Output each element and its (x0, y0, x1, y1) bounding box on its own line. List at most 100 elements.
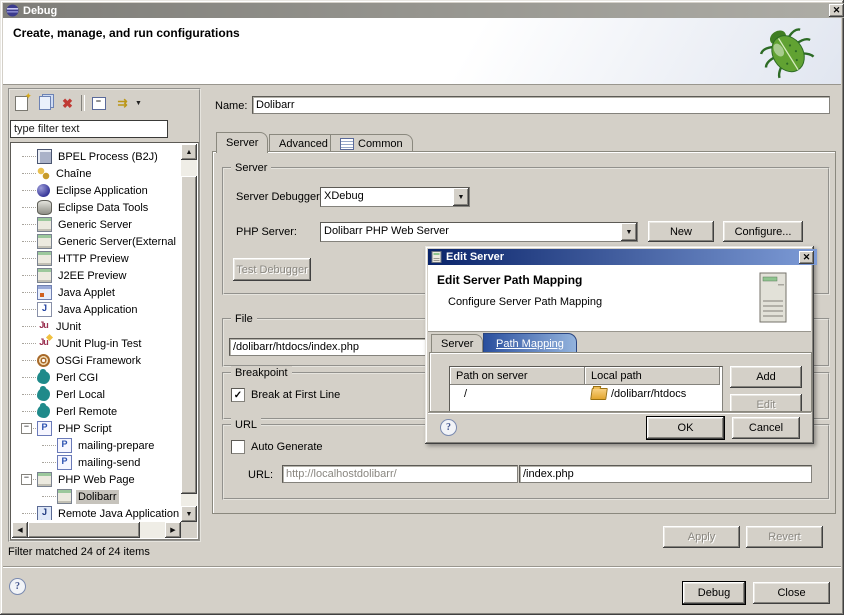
tree-item-label: Remote Java Application (56, 507, 179, 521)
tree-item-bpel-process-b2j[interactable]: BPEL Process (B2J) (12, 148, 179, 165)
tree-item-label: JUnit (54, 320, 83, 334)
server-debugger-label: Server Debugger: (236, 191, 323, 203)
tree-connector (21, 301, 37, 318)
dialog-button-separator (428, 412, 811, 414)
tree-connector (21, 267, 37, 284)
column-header-local-path[interactable]: Local path (585, 367, 720, 385)
help-icon[interactable]: ? (9, 578, 26, 595)
column-header-path-on-server[interactable]: Path on server (450, 367, 585, 385)
dialog-close-icon[interactable]: ✕ (799, 251, 814, 264)
tree-item-junit[interactable]: JUnit (12, 318, 179, 335)
vertical-scroll-thumb[interactable] (181, 176, 197, 494)
scroll-right-icon[interactable]: ▶ (165, 522, 181, 538)
tree-item-label: Generic Server (56, 218, 134, 232)
window-titlebar: Debug ✕ (3, 3, 844, 18)
edit-mapping-button[interactable]: Edit (730, 394, 802, 412)
debug-button[interactable]: Debug (683, 582, 745, 604)
scroll-left-icon[interactable]: ◀ (12, 522, 28, 538)
delete-configuration-icon[interactable]: ✖ (58, 94, 77, 112)
dialog-tab-path-mapping[interactable]: Path Mapping (483, 333, 577, 353)
chevron-down-icon[interactable]: ▼ (621, 223, 637, 241)
name-input[interactable] (252, 96, 830, 114)
test-debugger-button[interactable]: Test Debugger (233, 258, 311, 281)
php-server-combo[interactable]: Dolibarr PHP Web Server ▼ (320, 222, 638, 242)
filter-menu-chevron-icon[interactable]: ▼ (135, 100, 142, 107)
tree-item-label: Perl Local (54, 388, 107, 402)
server-icon (37, 268, 52, 283)
tree-item-cha-ne[interactable]: Chaîne (12, 165, 179, 182)
horizontal-scroll-thumb[interactable] (28, 522, 140, 538)
table-row[interactable]: //dolibarr/htdocs (450, 385, 722, 403)
tree-item-java-applet[interactable]: Java Applet (12, 284, 179, 301)
tree-item-label: OSGi Framework (54, 354, 143, 368)
tree-connector (21, 505, 37, 520)
collapse-all-icon[interactable]: − (89, 94, 108, 112)
break-first-line-checkbox[interactable]: ✓ (231, 388, 245, 402)
tree-item-generic-server-external-la[interactable]: Generic Server(External La (12, 233, 179, 250)
ok-button[interactable]: OK (647, 417, 724, 439)
configurations-toolbar: ✖ − ⇉ ▼ (12, 93, 192, 113)
tree-item-dolibarr[interactable]: Dolibarr (12, 488, 179, 505)
tree-item-java-application[interactable]: Java Application (12, 301, 179, 318)
tree-connector (21, 386, 37, 403)
tree-item-osgi-framework[interactable]: OSGi Framework (12, 352, 179, 369)
tree-connector (21, 165, 37, 182)
scroll-up-icon[interactable]: ▲ (181, 144, 197, 160)
add-mapping-button[interactable]: Add (730, 366, 802, 388)
revert-button[interactable]: Revert (746, 526, 823, 548)
tree-connector (21, 250, 37, 267)
tree-item-mailing-prepare[interactable]: mailing-prepare (12, 437, 179, 454)
tab-server-label: Server (226, 137, 258, 149)
tree-item-eclipse-data-tools[interactable]: Eclipse Data Tools (12, 199, 179, 216)
tree-item-label: Eclipse Data Tools (56, 201, 150, 215)
server-icon (37, 251, 52, 266)
tree-connector (21, 216, 37, 233)
edit-server-dialog: Edit Server ✕ Edit Server Path Mapping C… (425, 246, 814, 444)
tree-item-perl-local[interactable]: Perl Local (12, 386, 179, 403)
configure-server-button[interactable]: Configure... (723, 221, 803, 242)
tree-item-junit-plug-in-test[interactable]: JUnit Plug-in Test (12, 335, 179, 352)
keys-icon (37, 167, 50, 180)
dialog-tab-server[interactable]: Server (431, 334, 483, 353)
tree-item-perl-remote[interactable]: Perl Remote (12, 403, 179, 420)
dialog-title: Edit Server (446, 251, 504, 263)
tree-item-j2ee-preview[interactable]: J2EE Preview (12, 267, 179, 284)
tree-item-mailing-send[interactable]: mailing-send (12, 454, 179, 471)
tree-item-label: BPEL Process (B2J) (56, 150, 160, 164)
tree-vertical-scrollbar[interactable]: ▲ ▼ (181, 144, 197, 522)
new-configuration-icon[interactable] (12, 94, 31, 112)
tree-item-php-web-page[interactable]: − PHP Web Page (12, 471, 179, 488)
tree-connector (21, 403, 37, 420)
tree-connector (21, 369, 37, 386)
close-icon[interactable]: ✕ (829, 4, 844, 17)
tree-item-http-preview[interactable]: HTTP Preview (12, 250, 179, 267)
tree-item-php-script[interactable]: −PHP Script (12, 420, 179, 437)
server-group-title: Server (231, 161, 271, 175)
remote-java-icon (37, 506, 52, 520)
chevron-down-icon[interactable]: ▼ (453, 188, 469, 206)
tree-item-eclipse-application[interactable]: Eclipse Application (12, 182, 179, 199)
new-server-button[interactable]: New (648, 221, 714, 242)
filter-configurations-icon[interactable]: ⇉ (112, 94, 131, 112)
tab-server[interactable]: Server (216, 132, 268, 153)
tree-collapse-icon[interactable]: − (21, 474, 32, 485)
scroll-down-icon[interactable]: ▼ (181, 506, 197, 522)
tree-collapse-icon[interactable]: − (21, 423, 32, 434)
dialog-help-icon[interactable]: ? (440, 419, 457, 436)
toolbar-separator (81, 95, 85, 111)
server-debugger-combo[interactable]: XDebug ▼ (320, 187, 470, 207)
cancel-button[interactable]: Cancel (732, 417, 800, 439)
close-button[interactable]: Close (753, 582, 830, 604)
filter-input[interactable] (10, 120, 168, 138)
tree-horizontal-scrollbar[interactable]: ◀ ▶ (12, 522, 181, 538)
tree-item-generic-server[interactable]: Generic Server (12, 216, 179, 233)
scrollbar-corner (181, 522, 197, 538)
tree-item-remote-java-application[interactable]: Remote Java Application (12, 505, 179, 520)
auto-generate-checkbox[interactable] (231, 440, 245, 454)
duplicate-configuration-icon[interactable] (35, 94, 54, 112)
tree-item-label: PHP Web Page (56, 473, 137, 487)
url-path-input[interactable] (519, 465, 812, 483)
apply-button[interactable]: Apply (663, 526, 740, 548)
tree-item-perl-cgi[interactable]: Perl CGI (12, 369, 179, 386)
database-icon (37, 200, 52, 215)
